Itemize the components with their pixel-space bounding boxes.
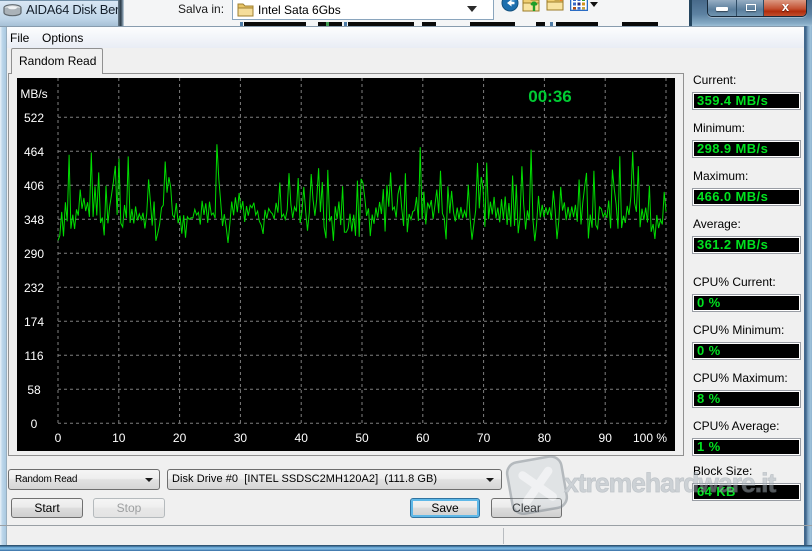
svg-text:406: 406: [24, 179, 44, 193]
svg-text:70: 70: [477, 431, 491, 445]
svg-text:100 %: 100 %: [633, 431, 667, 445]
svg-text:290: 290: [24, 247, 44, 261]
svg-text:10: 10: [112, 431, 126, 445]
svg-text:116: 116: [24, 349, 43, 363]
svg-text:58: 58: [27, 383, 41, 397]
svg-text:60: 60: [416, 431, 430, 445]
svg-text:80: 80: [538, 431, 552, 445]
svg-text:50: 50: [355, 431, 369, 445]
svg-text:xtremehardware.it: xtremehardware.it: [564, 468, 776, 498]
svg-text:00:36: 00:36: [528, 87, 571, 106]
svg-text:90: 90: [599, 431, 613, 445]
svg-text:40: 40: [295, 431, 309, 445]
svg-text:348: 348: [24, 213, 44, 227]
svg-text:0: 0: [55, 431, 62, 445]
svg-text:464: 464: [24, 145, 44, 159]
svg-text:174: 174: [24, 315, 44, 329]
svg-text:522: 522: [24, 111, 44, 125]
svg-text:0: 0: [31, 417, 38, 431]
svg-text:30: 30: [234, 431, 248, 445]
svg-text:20: 20: [173, 431, 187, 445]
svg-text:MB/s: MB/s: [20, 87, 47, 101]
svg-text:232: 232: [24, 281, 44, 295]
